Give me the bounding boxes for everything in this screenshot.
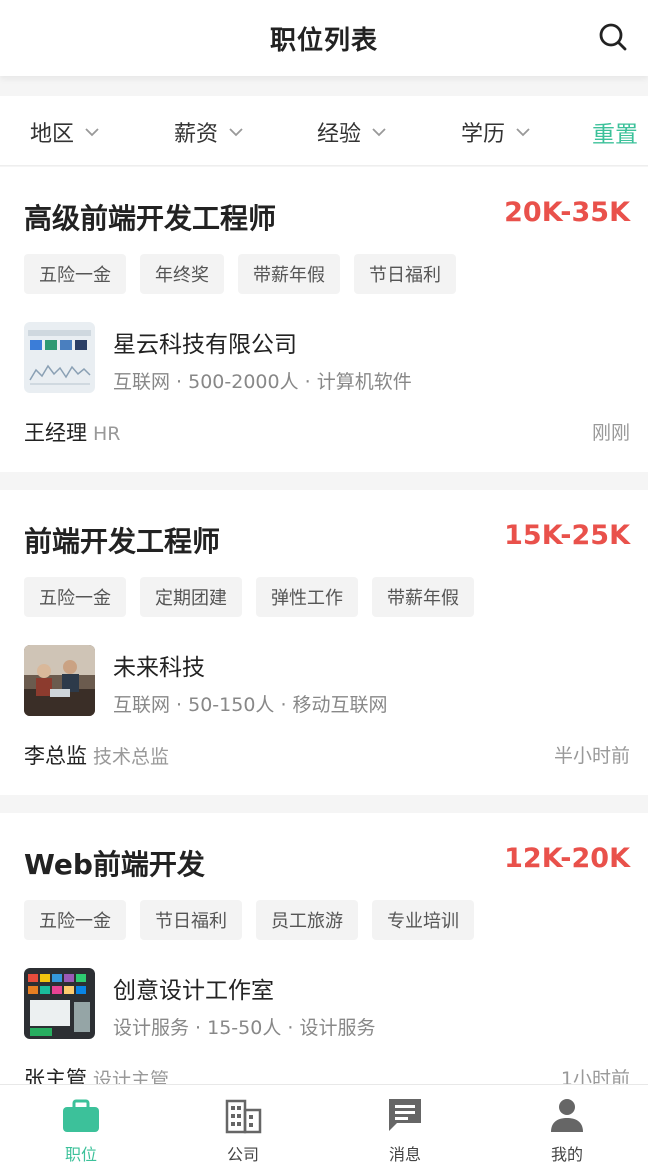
job-tag: 带薪年假	[372, 577, 474, 617]
tab-jobs[interactable]: 职位	[0, 1085, 162, 1172]
tab-label: 职位	[64, 1145, 97, 1164]
recruiter-role: HR	[93, 423, 121, 445]
posted-time: 半小时前	[553, 745, 630, 767]
filter-experience[interactable]: 经验	[317, 116, 387, 148]
tab-label: 我的	[550, 1145, 583, 1164]
search-icon[interactable]	[598, 22, 628, 52]
job-card[interactable]: 高级前端开发工程师 20K-35K 五险一金 年终奖 带薪年假 节日福利 星云科…	[0, 167, 648, 472]
job-salary: 12K-20K	[504, 843, 630, 874]
filter-region[interactable]: 地区	[30, 116, 100, 148]
chevron-down-icon	[516, 128, 530, 137]
job-tags: 五险一金 节日福利 员工旅游 专业培训	[24, 900, 474, 940]
tab-companies[interactable]: 公司	[162, 1085, 324, 1172]
company-logo	[24, 645, 95, 716]
filter-reset-button[interactable]: 重置	[592, 115, 638, 149]
page-title: 职位列表	[269, 25, 378, 56]
filter-bar: 地区 薪资 经验 学历 重置	[0, 96, 648, 166]
job-tag: 专业培训	[372, 900, 474, 940]
company-name: 星云科技有限公司	[113, 332, 297, 358]
message-icon	[389, 1099, 421, 1131]
job-tag: 五险一金	[24, 577, 126, 617]
app-header: 职位列表	[0, 0, 648, 76]
company-meta: 互联网 · 500-2000人 · 计算机软件	[113, 371, 412, 393]
posted-time: 刚刚	[591, 422, 630, 444]
job-salary: 20K-35K	[504, 197, 630, 228]
recruiter-name: 李总监	[24, 744, 87, 768]
company-logo	[24, 968, 95, 1039]
recruiter-role: 技术总监	[93, 746, 170, 768]
filter-label: 经验	[317, 122, 362, 147]
job-tag: 弹性工作	[256, 577, 358, 617]
job-card[interactable]: 前端开发工程师 15K-25K 五险一金 定期团建 弹性工作 带薪年假 未来科技…	[0, 490, 648, 795]
job-card[interactable]: Web前端开发 12K-20K 五险一金 节日福利 员工旅游 专业培训 创意设计…	[0, 813, 648, 1118]
job-tag: 年终奖	[140, 254, 224, 294]
building-icon	[225, 1099, 262, 1134]
job-salary: 15K-25K	[504, 520, 630, 551]
filter-salary[interactable]: 薪资	[174, 116, 244, 148]
recruiter: 王经理 HR	[24, 417, 121, 447]
job-tag: 节日福利	[354, 254, 456, 294]
company-name: 创意设计工作室	[113, 978, 274, 1004]
job-title: 高级前端开发工程师	[24, 202, 277, 235]
filter-label: 学历	[461, 122, 506, 147]
bottom-tab-bar: 职位 公司 消息 我的	[0, 1084, 648, 1172]
recruiter-name: 王经理	[24, 421, 87, 445]
job-tag: 五险一金	[24, 254, 126, 294]
job-tags: 五险一金 定期团建 弹性工作 带薪年假	[24, 577, 474, 617]
briefcase-icon	[63, 1099, 99, 1132]
company-meta: 设计服务 · 15-50人 · 设计服务	[113, 1017, 376, 1039]
job-title: Web前端开发	[24, 848, 205, 881]
company-logo	[24, 322, 95, 393]
chevron-down-icon	[372, 128, 386, 137]
person-icon	[551, 1099, 583, 1132]
recruiter: 李总监 技术总监	[24, 740, 169, 770]
job-tag: 节日福利	[140, 900, 242, 940]
tab-label: 公司	[226, 1145, 259, 1164]
job-tag: 五险一金	[24, 900, 126, 940]
tab-messages[interactable]: 消息	[324, 1085, 486, 1172]
job-tags: 五险一金 年终奖 带薪年假 节日福利	[24, 254, 456, 294]
job-title: 前端开发工程师	[24, 525, 221, 558]
company-meta: 互联网 · 50-150人 · 移动互联网	[113, 694, 388, 716]
filter-label: 薪资	[174, 122, 219, 147]
tab-label: 消息	[388, 1145, 421, 1164]
job-tag: 员工旅游	[256, 900, 358, 940]
tab-profile[interactable]: 我的	[486, 1085, 648, 1172]
company-name: 未来科技	[113, 655, 205, 681]
job-list: 高级前端开发工程师 20K-35K 五险一金 年终奖 带薪年假 节日福利 星云科…	[0, 167, 648, 1118]
job-tag: 定期团建	[140, 577, 242, 617]
chevron-down-icon	[229, 128, 243, 137]
filter-education[interactable]: 学历	[461, 116, 531, 148]
filter-label: 地区	[30, 122, 75, 147]
job-tag: 带薪年假	[238, 254, 340, 294]
chevron-down-icon	[85, 128, 99, 137]
